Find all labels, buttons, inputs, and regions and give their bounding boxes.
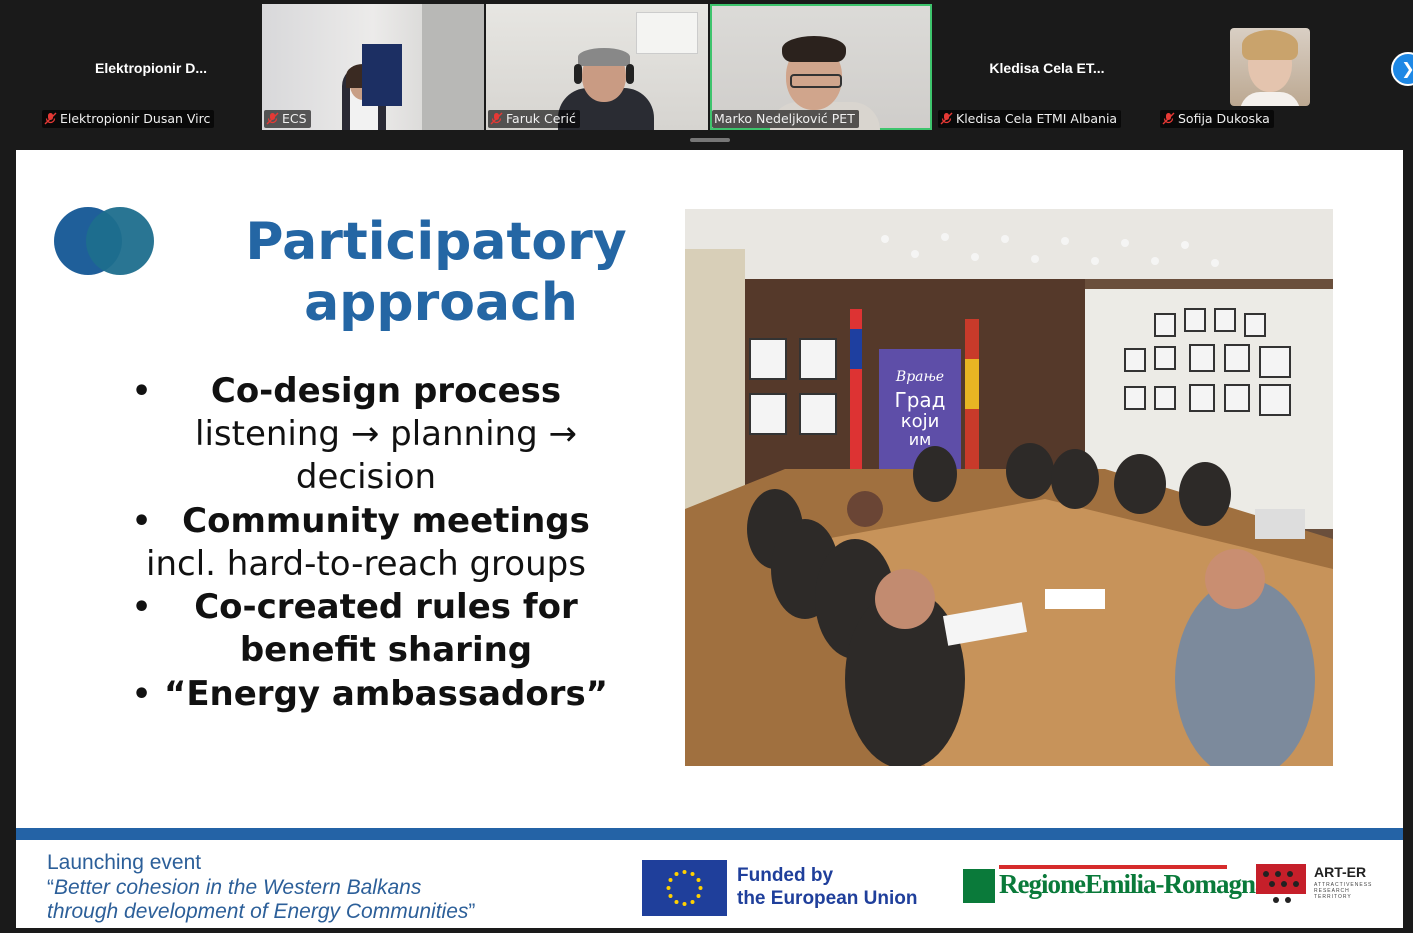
slide-title-line: approach (304, 273, 578, 333)
regione-emilia-romagna-logo: RegioneEmilia-Romagna (963, 865, 1268, 909)
region-logo-text: RegioneEmilia-Romagna (999, 869, 1268, 899)
avatar (1230, 28, 1310, 106)
eu-funding-label: Funded by the European Union (737, 864, 918, 910)
banner-text: који (901, 411, 940, 432)
banner-text: Град (895, 388, 946, 412)
participant-name-tag: Marko Nedeljković PET (712, 110, 859, 128)
next-participants-button[interactable]: ❯ (1391, 52, 1413, 86)
participant-name: Elektropionir Dusan Virc (60, 111, 211, 126)
bullet-heading: Community meetings (182, 501, 590, 541)
art-er-subtitle: ATTRACTIVENESS RESEARCH TERRITORY (1314, 882, 1373, 900)
mic-muted-icon (266, 112, 279, 125)
participant-name: Marko Nedeljković PET (714, 111, 855, 126)
presentation-slide: Participatory approach • Co-design proce… (16, 150, 1403, 928)
participant-tile-active[interactable]: Marko Nedeljković PET (710, 4, 932, 130)
participant-name: Kledisa Cela ETMI Albania (956, 111, 1118, 126)
quote-open: “ (47, 876, 54, 899)
meeting-photo: Врање Град који им (685, 209, 1333, 766)
mic-muted-icon (490, 112, 503, 125)
participant-name-tag: ECS (264, 110, 311, 128)
bullet-subtext: incl. hard-to-reach groups (146, 544, 586, 584)
participant-tile[interactable]: Faruk Cerić (486, 4, 708, 130)
eu-flag-icon (642, 860, 727, 916)
footer-band (16, 828, 1403, 840)
bullet-heading: benefit sharing (239, 630, 533, 670)
circle-shape (86, 207, 154, 275)
bullet-heading: Co-created rules for (194, 587, 578, 627)
footer-event-title-line: Better cohesion in the Western Balkans (54, 876, 422, 899)
footer-event-label: Launching event (47, 851, 202, 874)
region-emblem-icon (963, 869, 995, 903)
quote-close: ” (468, 900, 476, 923)
art-er-logo: ART-ER ATTRACTIVENESS RESEARCH TERRITORY (1256, 862, 1371, 912)
participant-tile[interactable]: ECS (262, 4, 484, 130)
slide-title-line: Participatory (245, 212, 627, 272)
participant-name-tag: Kledisa Cela ETMI Albania (938, 110, 1122, 128)
bullet-subtext: decision (295, 457, 437, 497)
bullet-subtext: listening → planning → (195, 414, 577, 454)
participant-name-tag: Sofija Dukoska (1160, 110, 1274, 128)
participant-name-tag: Elektropionir Dusan Virc (42, 110, 215, 128)
footer-event-title: “Better cohesion in the Western Balkans (47, 876, 421, 900)
banner-text: Врање (895, 369, 944, 385)
participant-name-tag: Faruk Cerić (488, 110, 580, 128)
footer-event-title: through development of Energy Communitie… (47, 900, 475, 924)
eu-funding-line: Funded by (737, 865, 834, 886)
participant-name: Faruk Cerić (506, 111, 576, 126)
bullet-heading: “Energy ambassadors” (163, 674, 609, 714)
art-er-title: ART-ER (1314, 864, 1367, 880)
mic-muted-icon (44, 112, 57, 125)
chevron-right-icon: ❯ (1401, 59, 1413, 79)
mic-muted-icon (1162, 112, 1175, 125)
participant-tile[interactable]: Kledisa Cela ET... Kledisa Cela ETMI Alb… (936, 4, 1158, 130)
participant-tile-title: Elektropionir D... (94, 60, 207, 76)
participant-name: Sofija Dukoska (1178, 111, 1270, 126)
participant-name: ECS (282, 111, 307, 126)
bullet-heading: Co-design process (210, 371, 562, 411)
strip-resize-handle[interactable] (690, 138, 730, 142)
mic-muted-icon (940, 112, 953, 125)
participant-tile-title: Kledisa Cela ET... (989, 60, 1105, 76)
banner-text: им (909, 430, 931, 449)
participant-strip: Elektropionir D... Elektropionir Dusan V… (0, 0, 1413, 150)
participant-tile[interactable]: Elektropionir D... Elektropionir Dusan V… (40, 4, 262, 130)
footer-event-title-line: through development of Energy Communitie… (47, 900, 469, 923)
slide-title: Participatory approach (216, 212, 656, 334)
art-er-emblem-icon (1256, 864, 1306, 903)
eu-funding-line: the European Union (737, 888, 918, 909)
decorative-circles (54, 207, 154, 275)
